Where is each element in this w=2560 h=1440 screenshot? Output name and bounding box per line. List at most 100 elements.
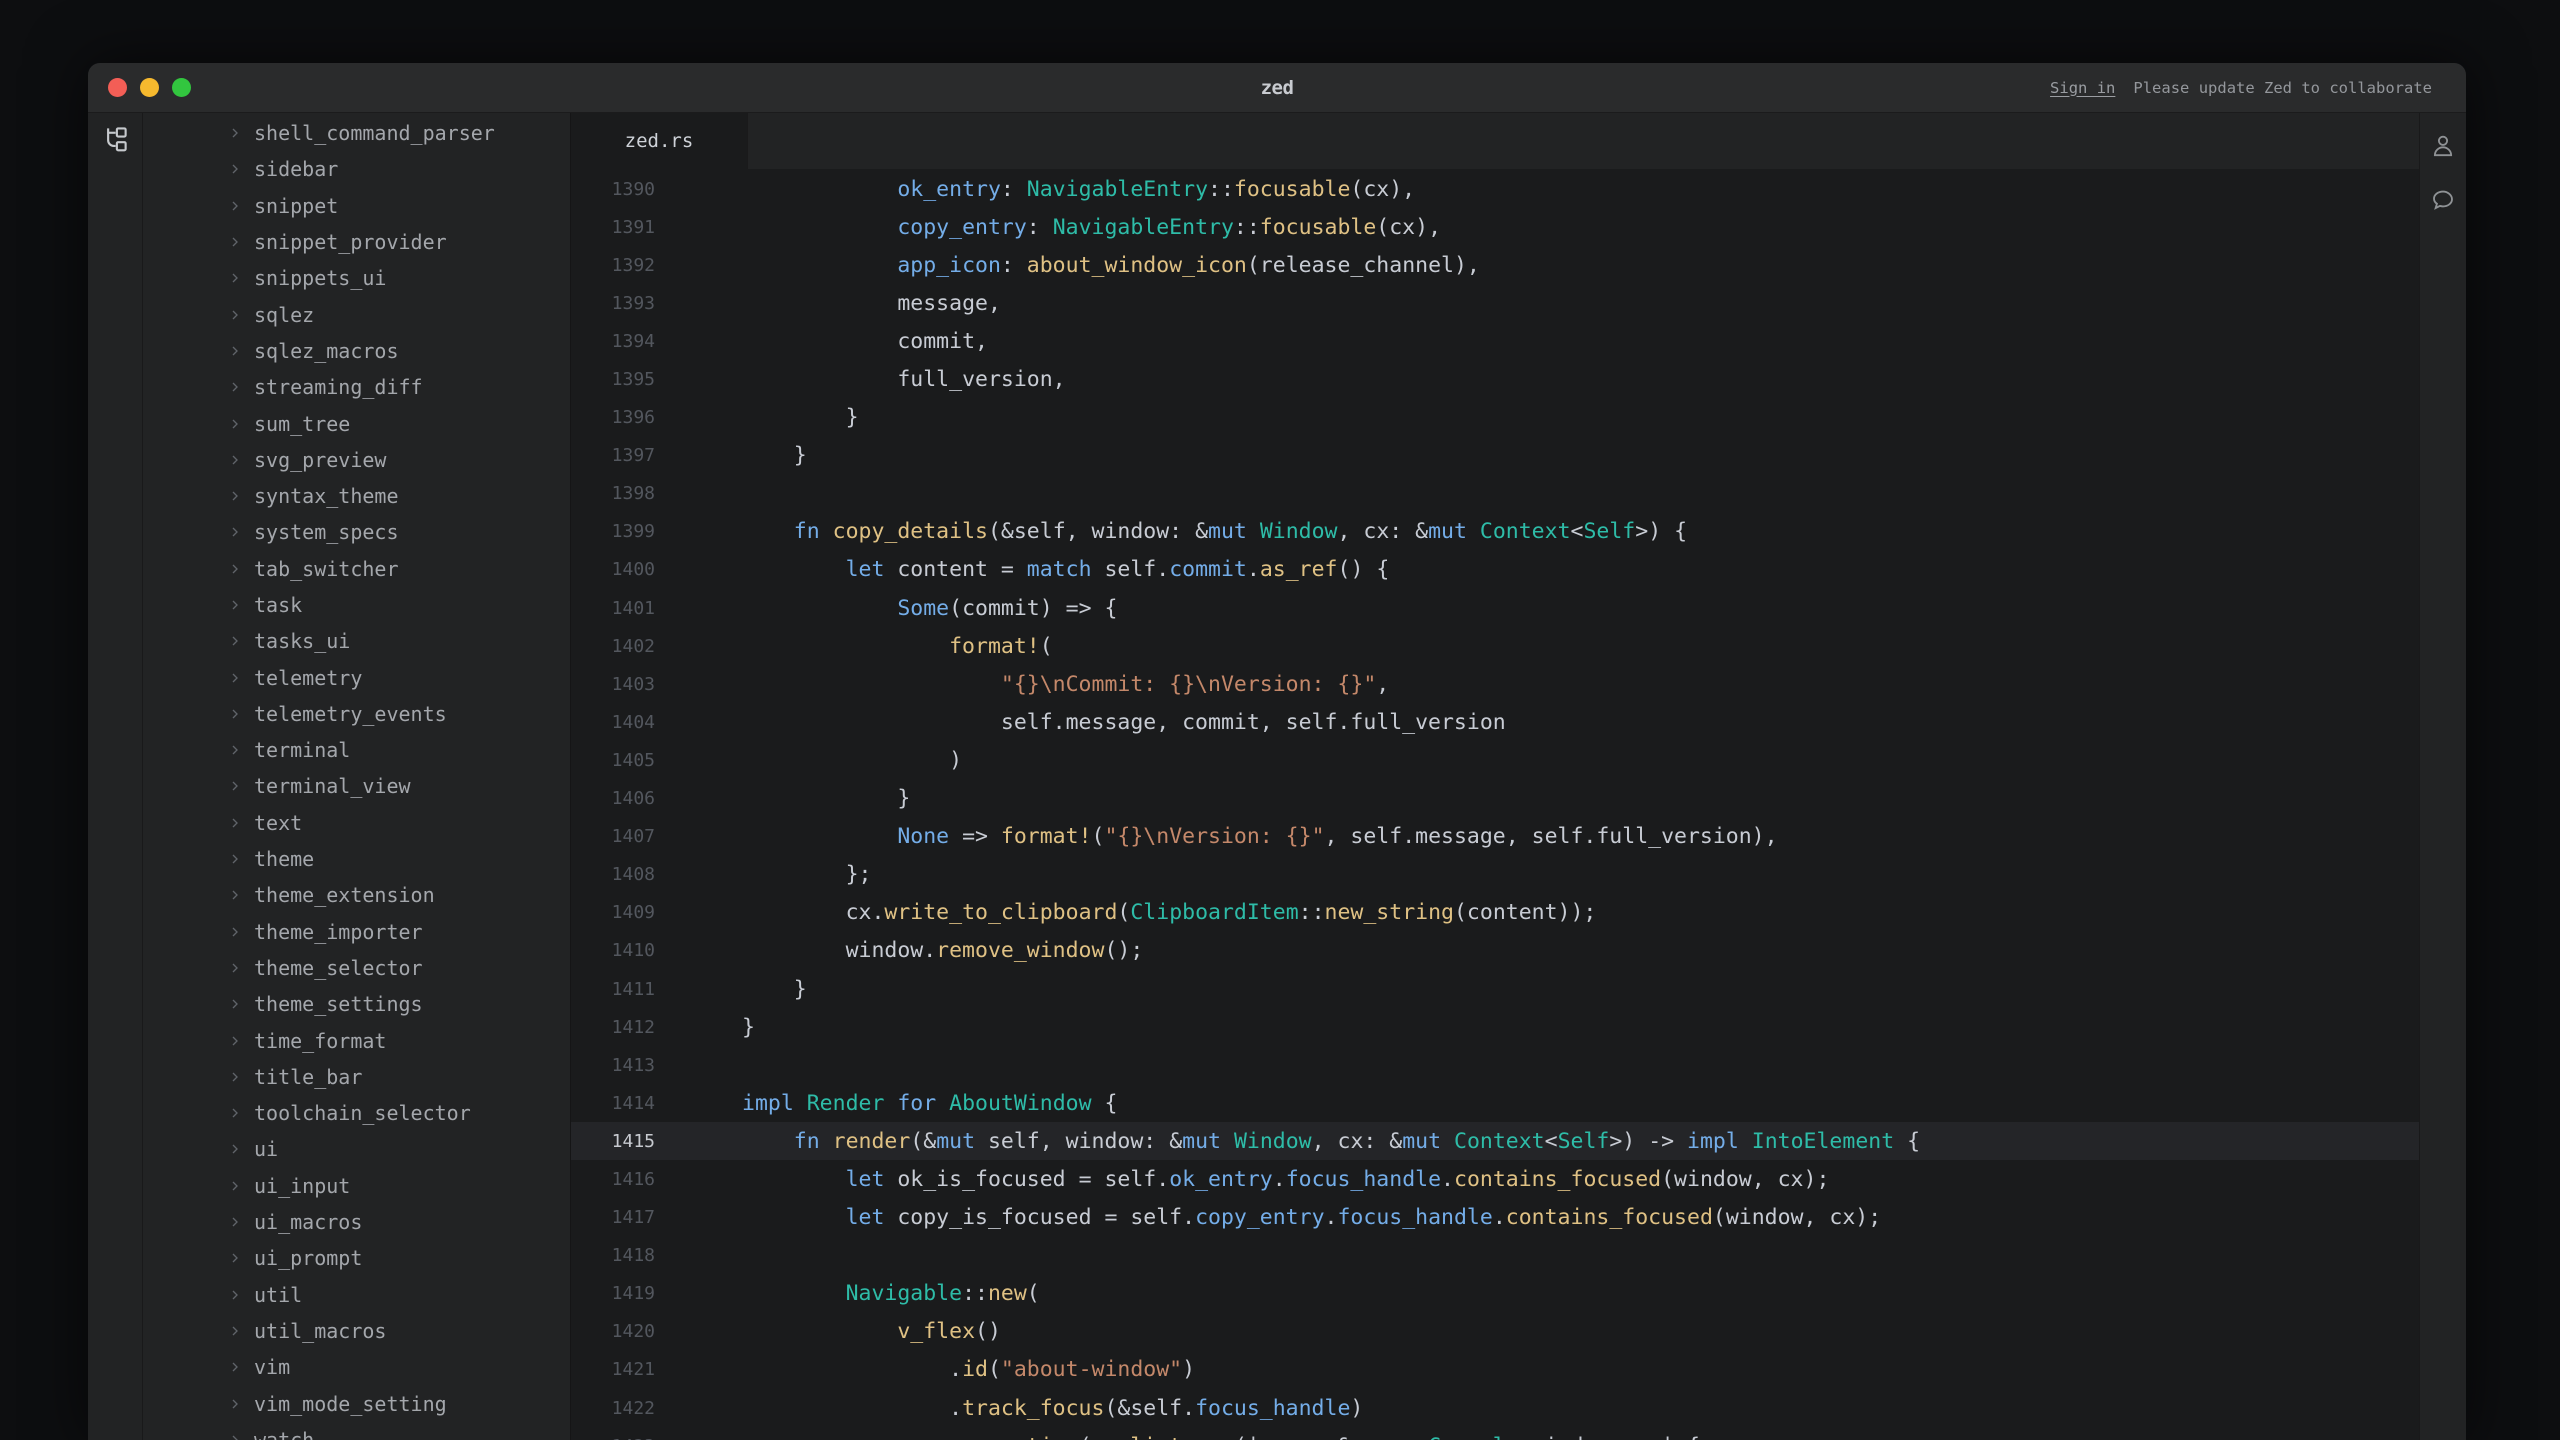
project-panel-folder[interactable]: sqlez	[143, 296, 570, 332]
close-button[interactable]	[108, 78, 127, 97]
code-line[interactable]: 1415 fn render(&mut self, window: &mut W…	[571, 1122, 2419, 1160]
code-line[interactable]: 1391 copy_entry: NavigableEntry::focusab…	[571, 208, 2419, 246]
project-panel-folder[interactable]: sqlez_macros	[143, 333, 570, 369]
code-line[interactable]: 1400 let content = match self.commit.as_…	[571, 551, 2419, 589]
project-panel-folder[interactable]: task	[143, 587, 570, 623]
project-panel-folder[interactable]: util_macros	[143, 1313, 570, 1349]
code-line[interactable]: 1401 Some(commit) => {	[571, 589, 2419, 627]
code-token: render	[833, 1129, 911, 1154]
project-panel-folder[interactable]: terminal	[143, 732, 570, 768]
code-token: NavigableEntry	[1027, 177, 1208, 202]
line-number: 1390	[571, 179, 655, 200]
code-line[interactable]: 1412 }	[571, 1008, 2419, 1046]
code-line[interactable]: 1414 impl Render for AboutWindow {	[571, 1084, 2419, 1122]
project-panel-folder[interactable]: tab_switcher	[143, 551, 570, 587]
project-panel-folder[interactable]: sidebar	[143, 151, 570, 187]
project-panel-folder[interactable]: theme_extension	[143, 877, 570, 913]
project-panel-folder[interactable]: vim_mode_setting	[143, 1385, 570, 1421]
code-line[interactable]: 1421 .id("about-window")	[571, 1351, 2419, 1389]
code-line[interactable]: 1411 }	[571, 970, 2419, 1008]
chat-panel-icon[interactable]	[2430, 187, 2456, 213]
project-panel-folder[interactable]: theme_selector	[143, 950, 570, 986]
project-panel-folder[interactable]: text	[143, 805, 570, 841]
project-panel-folder[interactable]: sum_tree	[143, 405, 570, 441]
line-text: fn render(&mut self, window: &mut Window…	[655, 1129, 1920, 1154]
code-line[interactable]: 1399 fn copy_details(&self, window: &mut…	[571, 513, 2419, 551]
folder-name: streaming_diff	[254, 375, 423, 399]
code-token: focus_handle	[1286, 1167, 1441, 1192]
code-line[interactable]: 1397 }	[571, 437, 2419, 475]
code-line[interactable]: 1418	[571, 1237, 2419, 1275]
project-panel-folder[interactable]: syntax_theme	[143, 478, 570, 514]
code-token: new	[988, 1281, 1027, 1306]
project-panel-folder[interactable]: theme_settings	[143, 986, 570, 1022]
code-line[interactable]: 1390 ok_entry: NavigableEntry::focusable…	[571, 170, 2419, 208]
project-panel-folder[interactable]: snippet_provider	[143, 224, 570, 260]
project-panel-folder[interactable]: streaming_diff	[143, 369, 570, 405]
code-token: "about-window"	[1001, 1357, 1182, 1382]
chevron-right-icon	[227, 1141, 243, 1157]
project-panel-folder[interactable]: ui_macros	[143, 1204, 570, 1240]
project-panel-folder[interactable]: ui_input	[143, 1168, 570, 1204]
code-line[interactable]: 1405 )	[571, 741, 2419, 779]
project-panel-folder[interactable]: vim	[143, 1349, 570, 1385]
code-line[interactable]: 1419 Navigable::new(	[571, 1275, 2419, 1313]
code-line[interactable]: 1422 .track_focus(&self.focus_handle)	[571, 1389, 2419, 1427]
chevron-right-icon	[227, 960, 243, 976]
code-line[interactable]: 1398	[571, 475, 2419, 513]
project-panel-folder[interactable]: snippets_ui	[143, 260, 570, 296]
line-text: .id("about-window")	[655, 1357, 1195, 1382]
project-panel-folder[interactable]: ui	[143, 1131, 570, 1167]
project-panel-folder[interactable]: svg_preview	[143, 442, 570, 478]
code-line[interactable]: 1416 let ok_is_focused = self.ok_entry.f…	[571, 1160, 2419, 1198]
folder-name: terminal	[254, 738, 350, 762]
collab-panel-icon[interactable]	[2430, 133, 2456, 159]
code-line[interactable]: 1407 None => format!("{}\nVersion: {}", …	[571, 818, 2419, 856]
code-editor[interactable]: 1390 ok_entry: NavigableEntry::focusable…	[571, 169, 2419, 1440]
code-line[interactable]: 1408 };	[571, 856, 2419, 894]
project-panel-folder[interactable]: util	[143, 1277, 570, 1313]
project-panel-folder[interactable]: telemetry	[143, 659, 570, 695]
project-panel-folder[interactable]: time_format	[143, 1022, 570, 1058]
tab-zed-rs[interactable]: zed.rs	[571, 113, 748, 169]
code-line[interactable]: 1406 }	[571, 780, 2419, 818]
line-text: Navigable::new(	[655, 1281, 1040, 1306]
project-panel-folder[interactable]: theme	[143, 841, 570, 877]
code-line[interactable]: 1413	[571, 1046, 2419, 1084]
line-text: self.message, commit, self.full_version	[655, 710, 1506, 735]
code-line[interactable]: 1420 v_flex()	[571, 1313, 2419, 1351]
project-panel-folder[interactable]: telemetry_events	[143, 696, 570, 732]
sign-in-link[interactable]: Sign in	[2050, 79, 2115, 97]
code-line[interactable]: 1402 format!(	[571, 627, 2419, 665]
code-line[interactable]: 1409 cx.write_to_clipboard(ClipboardItem…	[571, 894, 2419, 932]
line-number: 1396	[571, 407, 655, 428]
minimize-button[interactable]	[140, 78, 159, 97]
project-panel-folder[interactable]: ui_prompt	[143, 1240, 570, 1276]
code-token	[742, 672, 1001, 697]
project-panel-folder[interactable]: tasks_ui	[143, 623, 570, 659]
project-panel-folder[interactable]: terminal_view	[143, 768, 570, 804]
code-token: Navigable	[846, 1281, 963, 1306]
project-panel-folder[interactable]: shell_command_parser	[143, 115, 570, 151]
code-line[interactable]: 1395 full_version,	[571, 360, 2419, 398]
code-line[interactable]: 1394 commit,	[571, 322, 2419, 360]
code-line[interactable]: 1392 app_icon: about_window_icon(release…	[571, 246, 2419, 284]
code-line[interactable]: 1410 window.remove_window();	[571, 932, 2419, 970]
code-line[interactable]: 1417 let copy_is_focused = self.copy_ent…	[571, 1199, 2419, 1237]
project-panel-folder[interactable]: system_specs	[143, 514, 570, 550]
titlebar[interactable]: zed Sign in Please update Zed to collabo…	[88, 63, 2466, 113]
code-line[interactable]: 1403 "{}\nCommit: {}\nVersion: {}",	[571, 665, 2419, 703]
code-line[interactable]: 1404 self.message, commit, self.full_ver…	[571, 703, 2419, 741]
project-panel-folder[interactable]: title_bar	[143, 1059, 570, 1095]
project-panel-icon[interactable]	[100, 124, 130, 154]
code-line[interactable]: 1393 message,	[571, 284, 2419, 322]
project-panel-folder[interactable]: toolchain_selector	[143, 1095, 570, 1131]
project-panel-folder[interactable]: theme_importer	[143, 914, 570, 950]
code-token	[742, 1129, 794, 1154]
code-token: };	[846, 862, 872, 887]
zoom-button[interactable]	[172, 78, 191, 97]
project-panel-folder[interactable]: watch	[143, 1422, 570, 1440]
code-line[interactable]: 1423 .on_action(cx.listener(|_, _: &menu…	[571, 1427, 2419, 1440]
project-panel-folder[interactable]: snippet	[143, 188, 570, 224]
code-line[interactable]: 1396 }	[571, 399, 2419, 437]
